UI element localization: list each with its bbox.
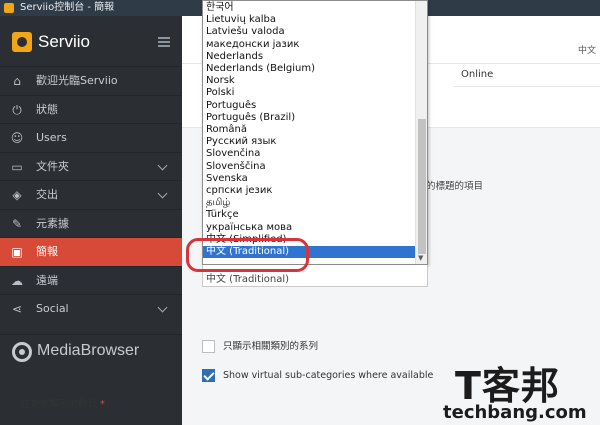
sidebar-nav: ⌂ 歡迎光臨Serviio ⏻ 狀態 ☺ Users ▭ 文件夾 ◈ 交出 ✎ … [0, 66, 182, 323]
language-option[interactable]: Norsk [206, 75, 235, 87]
scroll-down-arrow-icon[interactable]: ▼ [418, 254, 423, 262]
sidebar-item-remote[interactable]: ☁ 遠端 [0, 265, 182, 295]
edit-icon: ✎ [11, 216, 23, 231]
language-option[interactable]: Português (Brazil) [206, 112, 295, 124]
cloud-icon: ☁ [11, 273, 23, 288]
language-option[interactable]: Slovenščina [206, 161, 266, 173]
sidebar-item-delivery[interactable]: ◈ 交出 [0, 180, 182, 209]
watermark-brand-en: techbang.com [443, 402, 587, 423]
show-related-series-label: 只顯示相關類別的系列 [223, 341, 319, 352]
home-icon: ⌂ [13, 74, 21, 88]
window-title: Serviio控制台 - 簡報 [20, 2, 115, 13]
language-option[interactable]: Slovenčina [206, 148, 260, 160]
presentation-icon: ▣ [11, 245, 23, 259]
language-option[interactable]: Nederlands (Belgium) [206, 63, 315, 75]
brand: Serviio [0, 22, 182, 62]
chevron-down-icon [157, 302, 168, 313]
mediabrowser-link[interactable]: MediaBrowser [0, 334, 182, 368]
title-items-text: 的標題的項目 [426, 181, 484, 192]
dynamic-count-label: 在動態類別的數目 * [21, 396, 105, 410]
scrollbar-thumb[interactable] [418, 119, 426, 254]
sidebar-item-status[interactable]: ⏻ 狀態 [0, 94, 182, 124]
dropdown-scrollbar[interactable]: ▼ [415, 1, 427, 264]
language-option[interactable]: Polski [206, 87, 234, 99]
language-option[interactable]: Latviešu valoda [206, 26, 285, 38]
show-related-series-checkbox[interactable] [202, 340, 215, 353]
mediabrowser-label: MediaBrowser [37, 342, 140, 359]
serviio-logo-icon [12, 32, 32, 52]
language-option[interactable]: தமிழ் [206, 197, 230, 209]
folder-icon: ▭ [11, 159, 23, 174]
language-option[interactable]: 한국어 [206, 2, 234, 14]
sidebar-item-label: 簡報 [36, 245, 58, 258]
required-marker: * [100, 399, 105, 410]
language-option[interactable]: Svenska [206, 173, 248, 185]
show-virtual-subcategories-checkbox[interactable] [202, 369, 215, 382]
hamburger-menu-icon[interactable] [158, 37, 170, 47]
sidebar-item-social[interactable]: ⋖ Social [0, 294, 182, 323]
sidebar-item-label: Social [36, 302, 69, 315]
sidebar-item-label: Users [36, 131, 67, 144]
language-option[interactable]: македонски јазик [206, 39, 299, 51]
sidebar-item-label: 遠端 [36, 273, 58, 287]
online-status-text: Online [461, 69, 494, 80]
language-dropdown-list[interactable]: 한국어 Lietuvių kalba Latviešu valoda македонс… [202, 0, 428, 265]
plug-icon: ⏻ [12, 102, 22, 117]
sidebar-item-metadata[interactable]: ✎ 元素據 [0, 208, 182, 238]
user-icon: ☺ [10, 131, 24, 145]
language-option[interactable]: српски језик [206, 185, 272, 197]
language-indicator: 中文 [578, 46, 597, 56]
sidebar-item-label: 狀態 [36, 102, 58, 116]
language-select-value: 中文 (Traditional) [206, 274, 290, 285]
app-icon [4, 3, 14, 13]
show-virtual-subcategories-label: Show virtual sub-categories where availa… [223, 370, 434, 381]
share-icon: ⋖ [11, 302, 23, 316]
sidebar-item-presentation[interactable]: ▣ 簡報 [0, 237, 182, 266]
language-option[interactable]: Nederlands [206, 51, 263, 63]
sidebar-item-label: 歡迎光臨Serviio [36, 74, 118, 87]
language-option[interactable]: Lietuvių kalba [206, 14, 276, 26]
cube-icon: ◈ [12, 188, 22, 202]
sidebar-item-label: 交出 [36, 188, 58, 201]
language-option[interactable]: Português [206, 100, 256, 112]
sidebar-item-welcome[interactable]: ⌂ 歡迎光臨Serviio [0, 66, 182, 95]
sidebar-item-folders[interactable]: ▭ 文件夾 [0, 151, 182, 181]
sidebar-item-label: 文件夾 [36, 159, 69, 173]
chevron-down-icon [157, 160, 168, 170]
sidebar-item-users[interactable]: ☺ Users [0, 123, 182, 152]
mediabrowser-logo-icon [12, 342, 32, 362]
chevron-down-icon [157, 188, 168, 199]
language-option[interactable]: Türkçe [206, 209, 239, 221]
sidebar: Serviio ⌂ 歡迎光臨Serviio ⏻ 狀態 ☺ Users ▭ 文件夾… [0, 16, 182, 425]
highlight-annotation-ring [186, 238, 309, 272]
brand-name: Serviio [38, 32, 90, 51]
sidebar-item-label: 元素據 [36, 216, 69, 230]
dynamic-count-text: 在動態類別的數目 [21, 399, 98, 410]
language-option[interactable]: українська мова [206, 222, 292, 234]
language-option[interactable]: Română [206, 124, 247, 136]
panel-divider [454, 86, 600, 87]
language-option[interactable]: Русский язык [206, 136, 276, 148]
